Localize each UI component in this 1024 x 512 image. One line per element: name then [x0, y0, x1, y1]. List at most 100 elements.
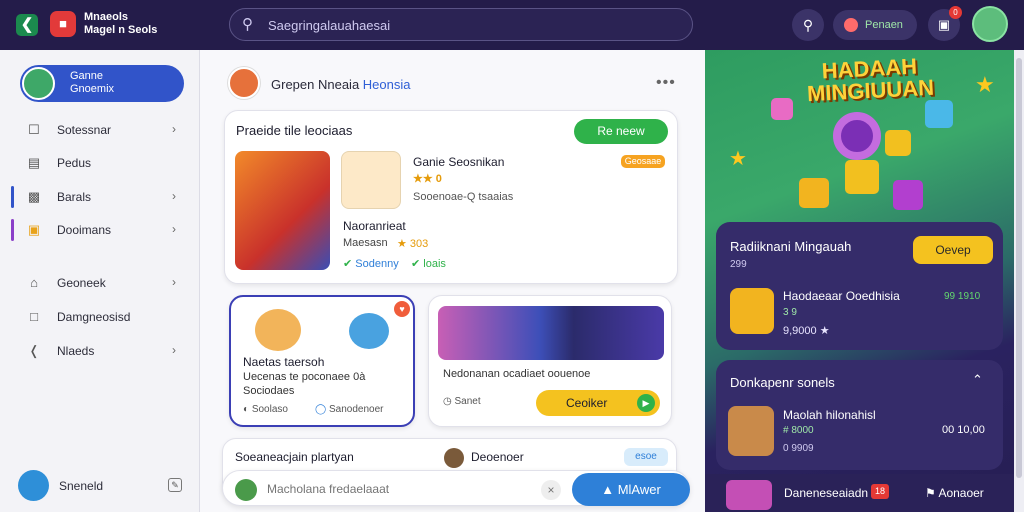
user-avatar[interactable] — [972, 6, 1008, 42]
scrollbar-thumb[interactable] — [1016, 58, 1022, 478]
item-tag: Geosaae — [621, 155, 665, 168]
post-tag[interactable]: esoe — [624, 448, 668, 466]
character-image — [349, 313, 389, 349]
status-1: ✔ Sodenny — [343, 257, 399, 270]
avatar — [444, 448, 464, 468]
post-title: Soeaneacjain plartyan — [235, 450, 354, 464]
send-button[interactable]: ▲ MlAwer — [572, 473, 690, 506]
character-thumbnail[interactable] — [341, 151, 401, 209]
chevron-right-icon: › — [172, 122, 176, 136]
post-meta-text: Sanet — [454, 396, 481, 407]
friends-panel: Donkapenr sonels ⌃ Maolah hilonahisl # 8… — [716, 360, 1003, 470]
reward-item-badge: 99 1910 — [944, 291, 981, 302]
dice-icon — [799, 178, 829, 208]
sidebar-footer[interactable]: Sneneld ✎ — [18, 470, 188, 502]
renew-button[interactable]: Re neew — [574, 119, 668, 144]
item-subtitle: Sooenoae-Q tsaaias — [413, 191, 514, 203]
post-meta-2-text: Sanodenoer — [328, 404, 384, 415]
friend-count: 00 10,00 — [942, 424, 985, 436]
dice-icon — [771, 98, 793, 120]
post-meta: ◐ Soolaso — [243, 404, 288, 415]
back-arrow-icon[interactable]: ❮ — [16, 14, 38, 36]
develop-button[interactable]: Oevep — [913, 236, 993, 264]
magnifier-button-icon[interactable]: ⚲ — [792, 9, 824, 41]
card-title: Praeide tile leociaas — [236, 123, 353, 138]
reward-subtitle: 299 — [730, 259, 747, 270]
sidebar-item-label: Barals — [57, 190, 92, 204]
top-bar: ❮ ■ Mnaeols Magel n Seols ⚲ ⚲ Penaen ▣ 0 — [0, 0, 1024, 50]
post-title: Naetas taersoh — [243, 355, 325, 369]
main-feed: Grepen Nneaia Heonsia ••• Praeide tile l… — [200, 50, 705, 512]
avatar — [235, 479, 257, 501]
reward-item-sub-2: 9,9000 ★ — [783, 325, 830, 337]
avatar — [18, 470, 49, 501]
sidebar-item-4[interactable]: ⌂ Geoneek › — [12, 269, 190, 297]
sidebar-item-label: Pedus — [57, 156, 92, 170]
group-title-text: Grepen Nneaia — [271, 77, 360, 92]
reward-panel: Radiiknani Mingauah 299 Oevep Haodaeaar … — [716, 222, 1003, 350]
dice-icon — [885, 130, 911, 156]
avatar — [22, 67, 55, 100]
search-input[interactable] — [268, 15, 668, 35]
promo-title-line-2: MINGIUUAN — [806, 74, 935, 107]
activity-title: Daneneseaiadn — [784, 486, 869, 500]
promo-title: HADAAH MINGIUUAN — [794, 54, 946, 107]
pill-label: Penaen — [865, 19, 903, 31]
star-icon: ★ — [729, 148, 747, 170]
sidebar-item-2[interactable]: ▩ Barals › — [11, 183, 190, 211]
send-button-label: MlAwer — [617, 482, 661, 497]
sidebar-item-0[interactable]: ☐ Sotessnar › — [12, 116, 190, 144]
heart-icon[interactable]: ♥ — [394, 301, 410, 317]
activity-action-label: Aonaoer — [938, 486, 984, 500]
status-2-text: loais — [423, 258, 446, 270]
compose-bar[interactable]: × ▲ MlAwer — [222, 470, 690, 506]
account-pill[interactable]: Penaen — [833, 10, 917, 40]
sidebar-item-5[interactable]: □ Damgneosisd — [12, 303, 190, 331]
chevron-right-icon: › — [172, 222, 176, 236]
chevron-right-icon: › — [172, 275, 176, 289]
profile-card[interactable]: Ganne Gnoemix — [20, 65, 184, 102]
item2-stars: ★ 303 — [397, 238, 429, 250]
compose-input[interactable] — [267, 480, 537, 498]
post-meta-2: ◯ Sanodenoer — [315, 404, 383, 415]
promo-panel: HADAAH MINGIUUAN ★ ★ Radiiknani Mingauah… — [705, 50, 1024, 512]
sidebar-item-1[interactable]: ▤ Pedus — [12, 149, 190, 177]
sidebar-item-3[interactable]: ▣ Dooimans › — [11, 216, 190, 244]
profile-name: Ganne Gnoemix — [70, 70, 114, 96]
scrollbar[interactable] — [1014, 50, 1024, 512]
profile-line-1: Ganne — [70, 70, 104, 82]
sidebar-item-6[interactable]: ❬ Nlaeds › — [12, 337, 190, 365]
activity-row[interactable]: Daneneseaiadn 18 ⚑ Aonaoer — [705, 474, 1024, 512]
sidebar-item-label: Dooimans — [57, 223, 112, 237]
folder-icon: ▣ — [27, 222, 41, 237]
close-icon[interactable]: × — [541, 480, 561, 500]
friends-title: Donkapenr sonels — [730, 375, 835, 390]
post-card[interactable]: Nedonanan ocadiaet oouenoe ◷ Sanet Ceoik… — [428, 295, 672, 427]
activity-action[interactable]: ⚑ Aonaoer — [925, 486, 984, 500]
post-line: Uecenas te poconaee 0à — [243, 371, 366, 383]
more-options-icon[interactable]: ••• — [656, 74, 676, 92]
app-logo-icon[interactable]: ■ — [50, 11, 76, 37]
search-bar[interactable]: ⚲ — [229, 8, 693, 41]
check-icon: ✔ — [343, 258, 353, 270]
chat-icon: □ — [30, 309, 38, 324]
share-icon: ❬ — [28, 343, 40, 358]
friend-sub: # 8000 — [783, 425, 814, 436]
sidebar-item-label: Nlaeds — [57, 344, 95, 358]
flag-icon: ⚑ — [925, 486, 936, 500]
sidebar: Ganne Gnoemix ☐ Sotessnar › ▤ Pedus ▩ Ba… — [0, 50, 200, 512]
post-line: Nedonanan ocadiaet oouenoe — [443, 368, 591, 380]
file-icon: ▤ — [27, 155, 41, 170]
item2-title: Naoranrieat — [343, 219, 406, 233]
post-card[interactable]: ♥ Naetas taersoh Uecenas te poconaee 0à … — [229, 295, 415, 427]
check-button[interactable]: Ceoiker ▶ — [536, 390, 660, 416]
character-image — [255, 309, 301, 351]
chevron-up-icon[interactable]: ⌃ — [972, 372, 983, 388]
brand-line-2: Magel n Seols — [84, 24, 158, 36]
sidebar-item-label: Geoneek — [57, 276, 106, 290]
group-avatar[interactable] — [228, 67, 260, 99]
group-title: Grepen Nneaia Heonsia — [271, 77, 411, 92]
group-title-highlight[interactable]: Heonsia — [363, 77, 411, 92]
edit-icon[interactable]: ✎ — [168, 478, 182, 492]
game-thumbnail[interactable] — [235, 151, 330, 270]
